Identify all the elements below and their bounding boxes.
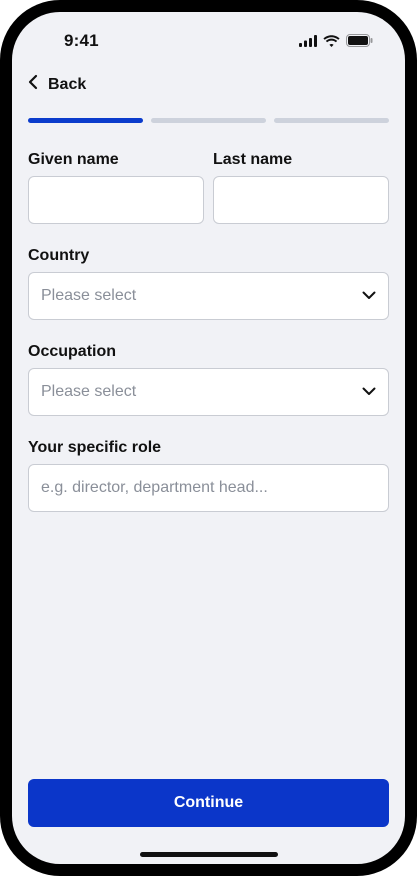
progress-step-2	[151, 118, 266, 123]
chevron-down-icon	[362, 383, 376, 401]
phone-frame: 9:41 Back Given name Last name Country P…	[0, 0, 417, 876]
progress-bar	[28, 118, 389, 123]
specific-role-label: Your specific role	[28, 439, 162, 456]
progress-step-1	[28, 118, 143, 123]
occupation-select-value: Please select	[41, 383, 137, 400]
specific-role-input[interactable]	[28, 464, 389, 512]
last-name-input[interactable]	[213, 176, 389, 224]
wifi-icon	[323, 34, 340, 52]
signal-icon	[299, 34, 317, 52]
given-name-input[interactable]	[28, 176, 204, 224]
battery-icon	[346, 34, 373, 52]
country-label: Country	[28, 247, 90, 264]
occupation-select[interactable]: Please select	[28, 368, 389, 416]
occupation-label: Occupation	[28, 343, 117, 360]
last-name-label: Last name	[213, 151, 293, 168]
progress-step-3	[274, 118, 389, 123]
status-time: 9:41	[64, 31, 99, 50]
home-indicator	[140, 852, 278, 857]
chevron-down-icon	[362, 287, 376, 305]
continue-button[interactable]: Continue	[28, 779, 389, 827]
country-select-value: Please select	[41, 287, 137, 304]
chevron-left-icon	[28, 74, 38, 95]
given-name-label: Given name	[28, 151, 119, 168]
country-select[interactable]: Please select	[28, 272, 389, 320]
screen: 9:41 Back Given name Last name Country P…	[12, 12, 405, 864]
status-icons	[299, 34, 373, 52]
status-bar: 9:41	[12, 12, 405, 68]
back-button[interactable]: Back	[28, 74, 86, 95]
back-label: Back	[48, 75, 87, 93]
